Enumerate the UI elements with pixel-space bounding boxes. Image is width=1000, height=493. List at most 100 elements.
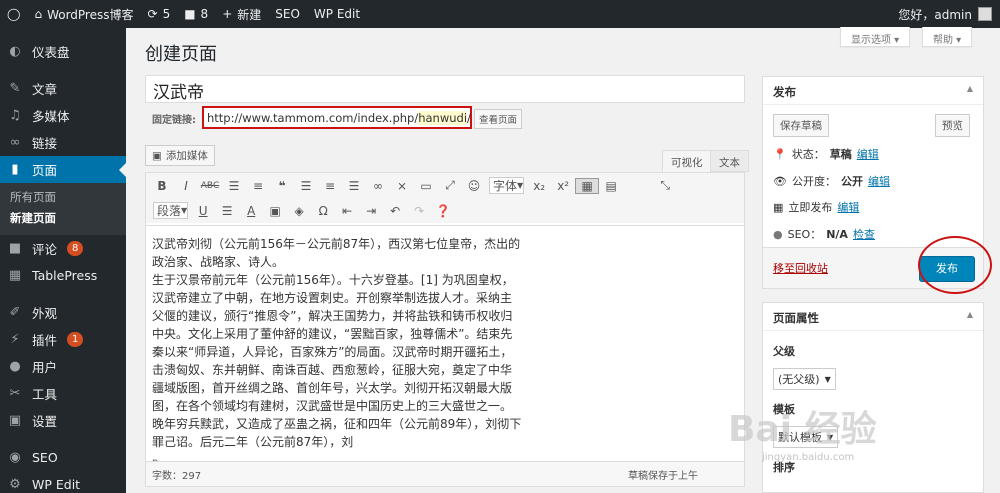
- underline-icon[interactable]: U: [191, 204, 215, 218]
- toolbar-toggle-icon[interactable]: ▦: [575, 177, 600, 194]
- align-left-icon[interactable]: ☰: [294, 179, 318, 193]
- outdent-icon[interactable]: ⇤: [335, 204, 359, 218]
- italic-icon[interactable]: I: [174, 179, 198, 193]
- menu-plugins[interactable]: ⚡ 插件 1: [0, 326, 126, 353]
- link-icon[interactable]: ∞: [366, 179, 390, 193]
- link-icon: ∞: [9, 135, 21, 150]
- media-icon: ♫: [9, 108, 21, 123]
- redo-icon[interactable]: ↷: [407, 204, 431, 218]
- page-attributes-box: 页面属性 ▲ 父级 (无父级) ▼ 模板 默认模板 ▼ 排序: [762, 302, 984, 493]
- help-icon[interactable]: ❓: [431, 204, 455, 218]
- watermark-url: jingyan.baidu.com: [762, 452, 855, 463]
- tab-visual[interactable]: 可视化: [662, 150, 712, 172]
- add-media-button[interactable]: ▣ 添加媒体: [145, 145, 215, 166]
- menu-posts[interactable]: ✎ 文章: [0, 75, 126, 102]
- publish-box-header[interactable]: 发布 ▲: [763, 77, 983, 105]
- home-icon: ⌂: [34, 7, 43, 21]
- strikethrough-icon[interactable]: ABC: [198, 181, 222, 191]
- justify-icon[interactable]: ☰: [215, 204, 239, 218]
- editor: B I ABC ☰ ≡ ❝ ☰ ≡ ☰ ∞ ⨯ ▭ ⤢ ☺ 字体 ▼ x₂ x² …: [145, 172, 745, 487]
- user-icon: ●: [9, 359, 21, 374]
- site-name-link[interactable]: ⌂ WordPress博客: [27, 0, 140, 28]
- menu-dashboard[interactable]: ◐ 仪表盘: [0, 38, 126, 65]
- menu-wp-edit[interactable]: ⚙ WP Edit: [0, 471, 126, 493]
- collapse-arrow-icon[interactable]: ▲: [967, 84, 973, 97]
- menu-appearance[interactable]: ✐ 外观: [0, 299, 126, 326]
- highlight-circle: [918, 236, 992, 294]
- admin-bar: ◯ ⌂ WordPress博客 ⟳ 5 ■ 8 + 新建 SEO WP Edit 您好，…: [0, 0, 1000, 28]
- wp-edit-link[interactable]: WP Edit: [307, 0, 367, 28]
- emoticon-icon[interactable]: ☺: [462, 179, 486, 193]
- avatar: [978, 7, 992, 21]
- numbered-list-icon[interactable]: ≡: [246, 179, 270, 193]
- align-right-icon[interactable]: ☰: [342, 179, 366, 193]
- subscript-icon[interactable]: x₂: [527, 179, 551, 193]
- new-content-link[interactable]: + 新建: [215, 0, 268, 28]
- post-title-input[interactable]: 汉武帝: [145, 75, 745, 103]
- toolbar-row-2: 段落 ▼ U ☰ A ▣ ◈ Ω ⇤ ⇥ ↶ ↷ ❓: [146, 198, 744, 223]
- screen-options-button[interactable]: 显示选项 ▾: [840, 27, 911, 47]
- brush-icon: ✐: [9, 305, 21, 320]
- menu-media[interactable]: ♫ 多媒体: [0, 102, 126, 129]
- format-select[interactable]: 段落 ▼: [153, 202, 189, 219]
- distraction-free-icon[interactable]: ⤡: [653, 178, 677, 193]
- paste-text-icon[interactable]: ▣: [263, 204, 287, 218]
- fullscreen-icon[interactable]: ⤢: [438, 178, 462, 193]
- more-tag-icon[interactable]: ▭: [414, 179, 438, 193]
- collapse-arrow-icon[interactable]: ▲: [967, 310, 973, 323]
- blockquote-icon[interactable]: ❝: [270, 179, 294, 193]
- comment-icon: ■: [184, 7, 196, 21]
- page-title: 创建页面: [145, 44, 217, 65]
- preview-button[interactable]: 预览: [935, 114, 970, 137]
- menu-comments[interactable]: ■ 评论 8: [0, 235, 126, 262]
- comments-link[interactable]: ■ 8: [177, 0, 215, 28]
- permalink-base[interactable]: http://www.tammom.com/index.php/hanwudi/: [207, 110, 471, 125]
- font-select[interactable]: 字体 ▼: [489, 177, 525, 194]
- undo-icon[interactable]: ↶: [383, 204, 407, 218]
- seo-check-link[interactable]: 检查: [853, 226, 875, 242]
- help-button[interactable]: 帮助 ▾: [922, 27, 973, 47]
- submenu-new-page[interactable]: 新建页面: [0, 208, 126, 229]
- calendar-icon: ▦: [773, 200, 784, 214]
- insert-icon[interactable]: ▤: [599, 179, 623, 193]
- seo-icon: ◉: [9, 450, 21, 465]
- superscript-icon[interactable]: x²: [551, 179, 575, 193]
- plugin-icon: ⚡: [10, 332, 20, 347]
- menu-users[interactable]: ● 用户: [0, 353, 126, 380]
- align-center-icon[interactable]: ≡: [318, 179, 342, 193]
- special-char-icon[interactable]: Ω: [311, 204, 335, 218]
- pin-icon: ✎: [9, 81, 21, 96]
- indent-icon[interactable]: ⇥: [359, 204, 383, 218]
- unlink-icon[interactable]: ⨯: [390, 179, 414, 193]
- menu-links[interactable]: ∞ 链接: [0, 129, 126, 156]
- tab-text[interactable]: 文本: [710, 150, 749, 172]
- menu-settings[interactable]: ▣ 设置: [0, 407, 126, 434]
- updates-link[interactable]: ⟳ 5: [141, 0, 178, 28]
- page-attributes-header[interactable]: 页面属性 ▲: [763, 303, 983, 331]
- view-page-button[interactable]: 查看页面: [474, 109, 523, 129]
- bold-icon[interactable]: B: [150, 179, 174, 193]
- pin-icon: 📍: [773, 147, 787, 161]
- menu-tools[interactable]: ✂ 工具: [0, 380, 126, 407]
- edit-status-link[interactable]: 编辑: [857, 146, 879, 162]
- bullet-list-icon[interactable]: ☰: [222, 179, 246, 193]
- status-row: 📍 状态： 草稿 编辑: [773, 146, 879, 162]
- seo-link[interactable]: SEO: [268, 0, 307, 28]
- save-draft-button[interactable]: 保存草稿: [773, 114, 829, 137]
- menu-pages[interactable]: ▮ 页面: [0, 156, 126, 183]
- eraser-icon[interactable]: ◈: [287, 204, 311, 218]
- move-to-trash-link[interactable]: 移至回收站: [773, 260, 828, 276]
- parent-label: 父级: [773, 345, 795, 358]
- wordpress-logo-icon[interactable]: ◯: [0, 0, 27, 28]
- edit-visibility-link[interactable]: 编辑: [868, 173, 890, 189]
- schedule-row: ▦ 立即发布 编辑: [773, 199, 860, 215]
- account-menu[interactable]: 您好，admin: [898, 6, 1000, 23]
- edit-schedule-link[interactable]: 编辑: [837, 199, 859, 215]
- menu-seo[interactable]: ◉ SEO: [0, 444, 126, 471]
- parent-select[interactable]: (无父级) ▼: [773, 368, 836, 390]
- submenu-all-pages[interactable]: 所有页面: [0, 187, 126, 208]
- permalink-box: http://www.tammom.com/index.php/hanwudi/…: [202, 106, 503, 129]
- text-color-icon[interactable]: A: [239, 204, 263, 218]
- menu-tablepress[interactable]: ▦ TablePress: [0, 262, 126, 289]
- editor-content[interactable]: 汉武帝刘彻（公元前156年－公元前87年），西汉第七位皇帝，杰出的政治家、战略家…: [146, 225, 744, 450]
